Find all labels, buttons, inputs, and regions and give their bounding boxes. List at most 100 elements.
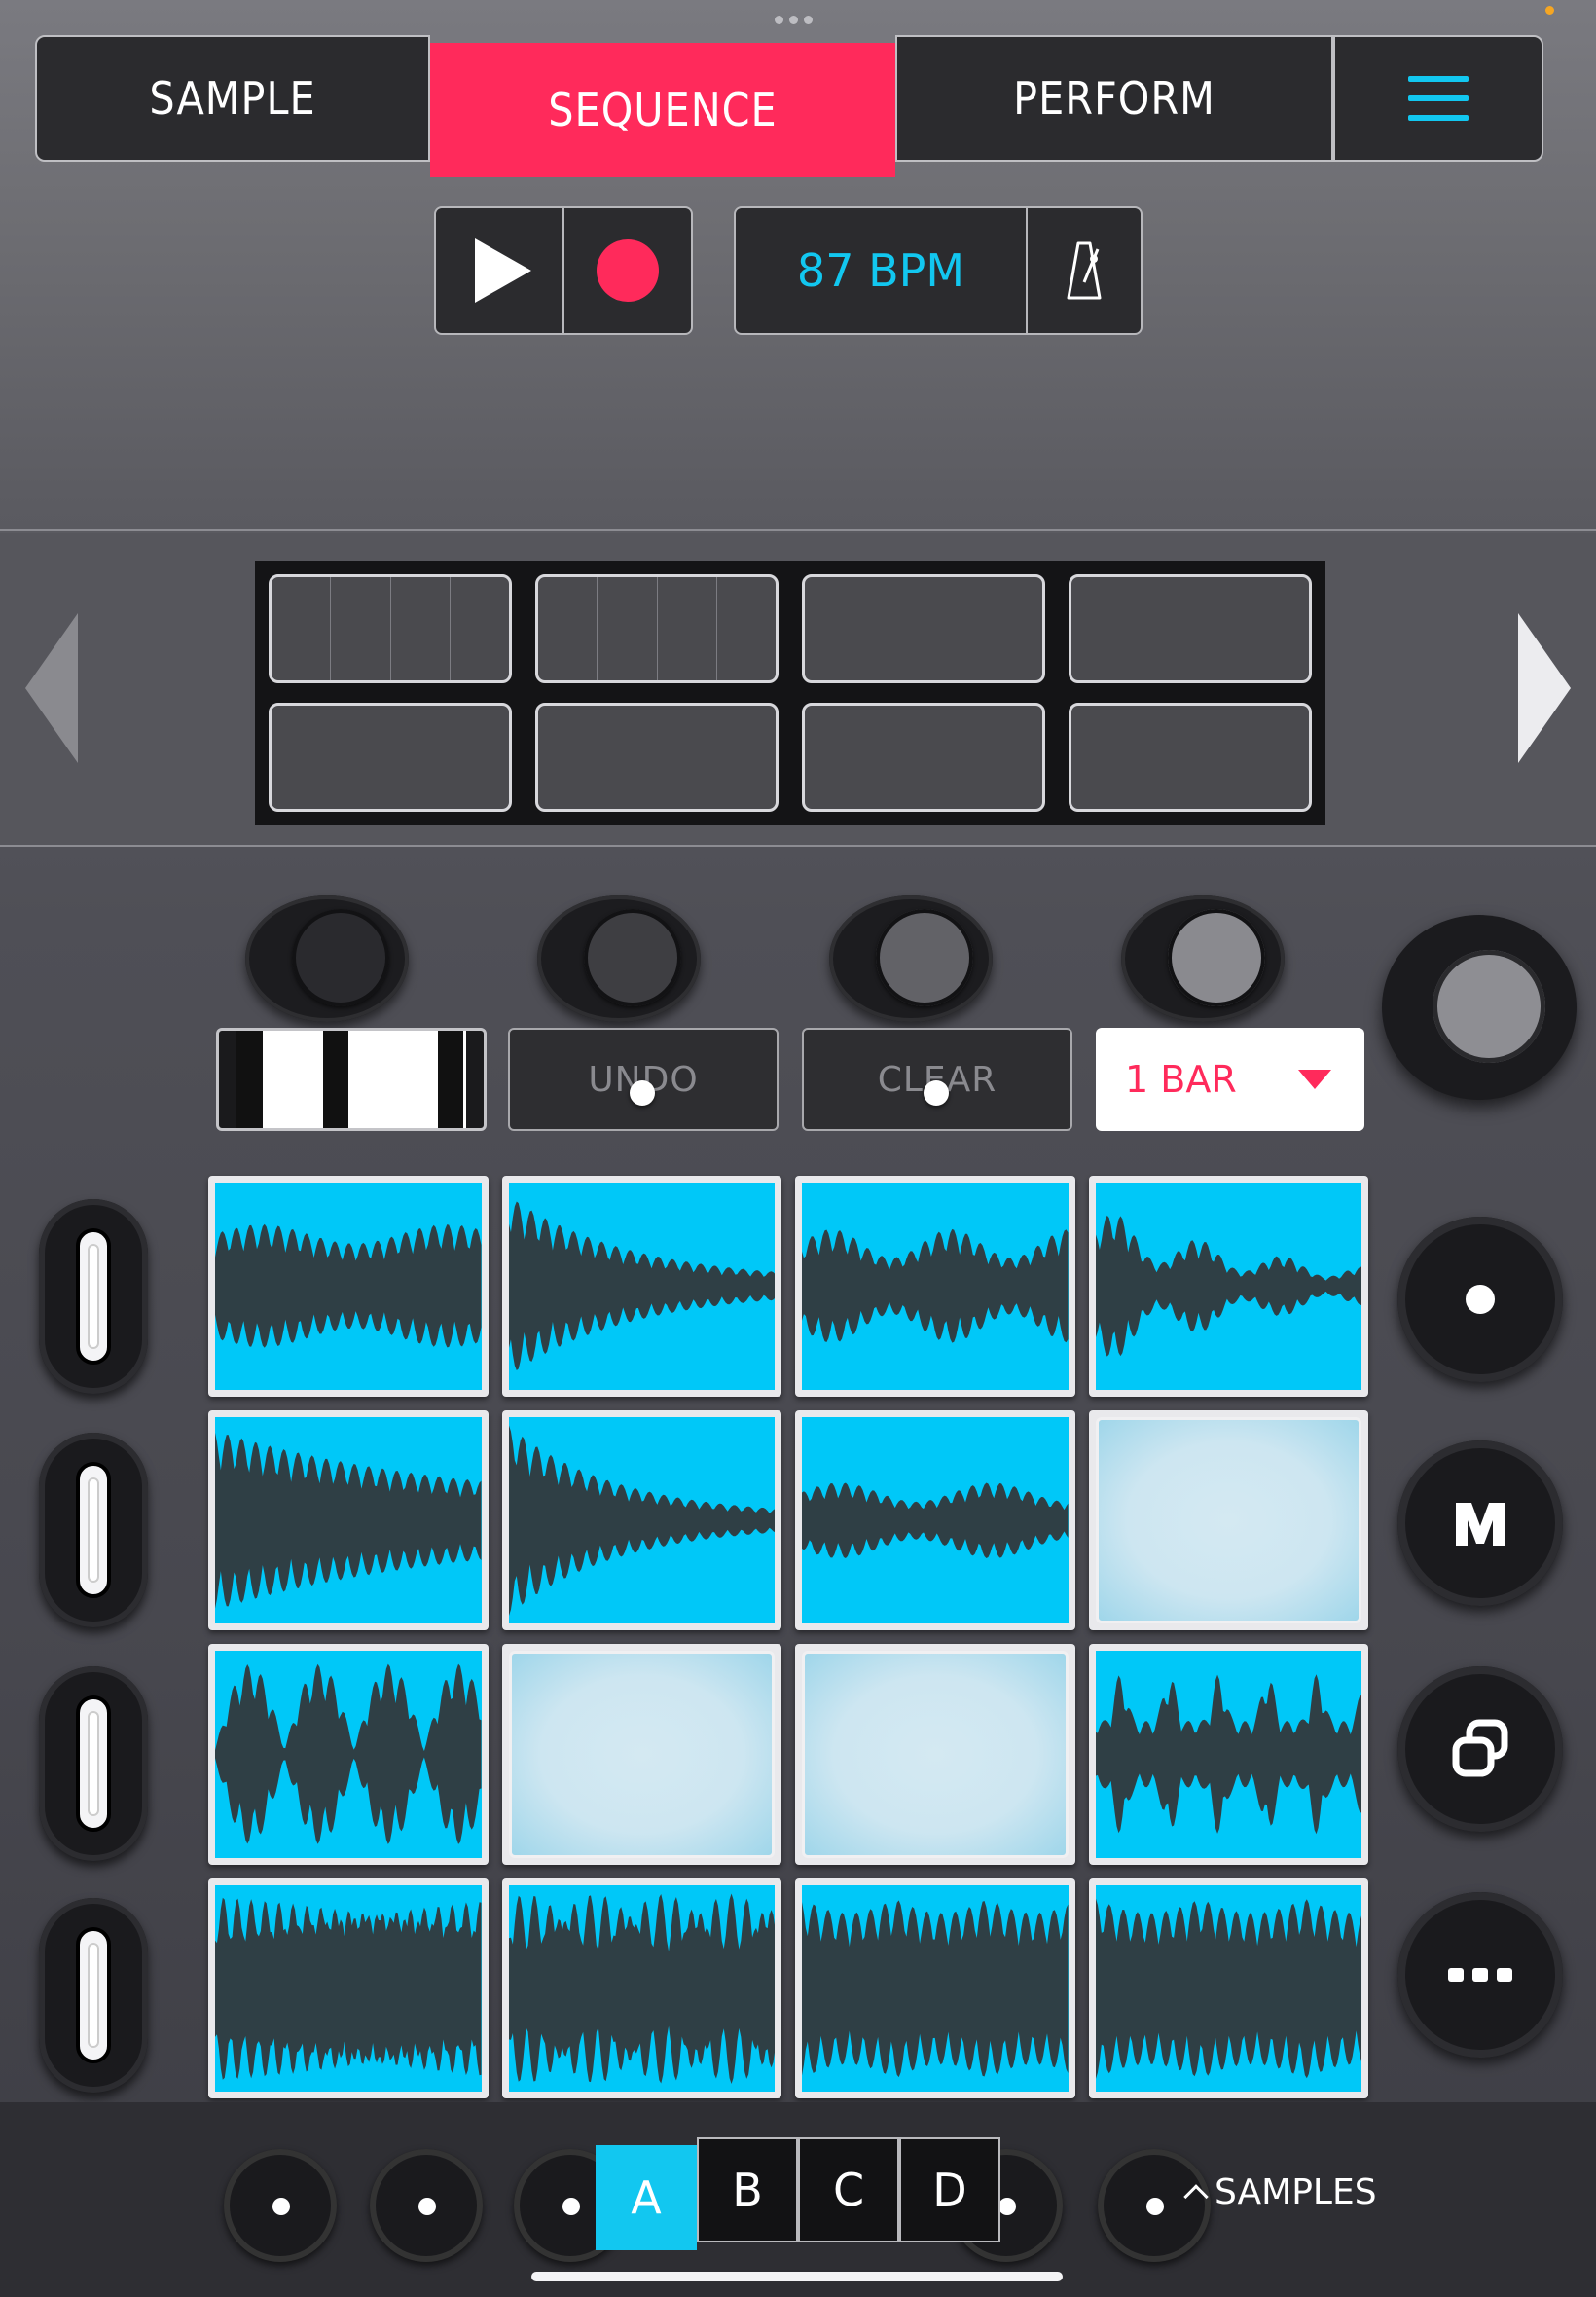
tab-perform[interactable]: PERFORM <box>895 35 1333 162</box>
copy-button[interactable] <box>1397 1666 1563 1832</box>
sample-pad-7[interactable] <box>795 1409 1075 1630</box>
bank-c-button[interactable]: C <box>798 2137 899 2242</box>
sample-pad-1[interactable] <box>208 1176 489 1397</box>
pattern-slot-3[interactable] <box>802 574 1045 683</box>
sample-pad-11[interactable] <box>795 1644 1075 1865</box>
waveform-display <box>508 1884 775 2092</box>
m-icon <box>1456 1503 1505 1546</box>
sample-pad-16[interactable] <box>1088 1878 1368 2098</box>
play-button[interactable] <box>436 208 562 333</box>
sample-pad-8[interactable] <box>1088 1409 1368 1630</box>
knob-1[interactable] <box>245 895 409 1022</box>
waveform-display <box>508 1416 775 1623</box>
window-grabber[interactable] <box>775 16 813 24</box>
bar-length-value: 1 BAR <box>1125 1058 1237 1101</box>
waveform-icon <box>215 1897 482 2080</box>
undo-indicator <box>630 1080 655 1106</box>
bar-length-select[interactable]: 1 BAR <box>1096 1028 1364 1131</box>
row-mute-button-2[interactable] <box>39 1433 148 1627</box>
samples-drawer-button[interactable]: SAMPLES <box>1183 2172 1377 2212</box>
pattern-slot-7[interactable] <box>802 703 1045 812</box>
knob-2[interactable] <box>537 895 701 1022</box>
section-divider <box>0 529 1596 531</box>
waveform-icon <box>1095 1215 1361 1357</box>
waveform-icon <box>802 1481 1069 1558</box>
sample-pad-9[interactable] <box>208 1644 489 1865</box>
tempo-control: 87 BPM <box>734 206 1143 335</box>
pattern-slot-5[interactable] <box>269 703 512 812</box>
dock-knob-2[interactable] <box>370 2149 483 2262</box>
pattern-slot-2[interactable] <box>535 574 779 683</box>
bpm-button[interactable]: 87 BPM <box>736 208 1026 333</box>
record-icon <box>597 239 659 302</box>
metronome-button[interactable] <box>1026 208 1141 333</box>
undo-button[interactable]: UNDO <box>508 1028 779 1131</box>
sample-pad-5[interactable] <box>208 1409 489 1630</box>
bank-b-button[interactable]: B <box>697 2137 798 2242</box>
sample-pad-13[interactable] <box>208 1878 489 2098</box>
pattern-slot-8[interactable] <box>1069 703 1312 812</box>
status-dot <box>1545 6 1554 15</box>
empty-pad-surface <box>1095 1416 1361 1623</box>
waveform-display <box>1095 1183 1361 1390</box>
waveform-display <box>508 1183 775 1390</box>
metronome-icon <box>1067 241 1102 300</box>
copy-icon <box>1452 1719 1508 1777</box>
waveform-icon <box>802 1899 1069 2077</box>
waveform-icon <box>1095 1674 1361 1835</box>
pattern-slot-6[interactable] <box>535 703 779 812</box>
record-button[interactable] <box>562 208 691 333</box>
waveform-display <box>215 1183 482 1390</box>
sample-pad-6[interactable] <box>501 1409 781 1630</box>
tab-sample[interactable]: SAMPLE <box>35 35 430 162</box>
pattern-slot-1[interactable] <box>269 574 512 683</box>
record-arm-button[interactable] <box>1397 1217 1563 1382</box>
samples-label: SAMPLES <box>1215 2172 1377 2212</box>
bank-d-button[interactable]: D <box>899 2137 1000 2242</box>
waveform-display <box>802 1884 1069 2092</box>
more-options-button[interactable] <box>1397 1892 1563 2058</box>
keyboard-button[interactable] <box>216 1028 487 1131</box>
sample-pad-12[interactable] <box>1088 1644 1368 1865</box>
menu-button[interactable] <box>1333 35 1543 162</box>
sample-pad-14[interactable] <box>501 1878 781 2098</box>
clear-indicator <box>924 1080 949 1106</box>
tab-sequence[interactable]: SEQUENCE <box>430 43 895 177</box>
caret-down-icon <box>1298 1070 1331 1089</box>
previous-arrow-icon[interactable] <box>23 611 80 765</box>
sample-pad-2[interactable] <box>501 1176 781 1397</box>
waveform-icon <box>508 1201 775 1371</box>
chevron-up-icon <box>1183 2183 1209 2209</box>
more-icon <box>1448 1968 1512 1982</box>
row-mute-button-4[interactable] <box>39 1898 148 2093</box>
row-mute-button-3[interactable] <box>39 1666 148 1861</box>
piano-keys-icon <box>236 1031 266 1128</box>
bank-selector: A B C D <box>596 2137 1000 2250</box>
waveform-icon <box>215 1432 482 1609</box>
row-mute-button-1[interactable] <box>39 1199 148 1394</box>
sample-pad-4[interactable] <box>1088 1176 1368 1397</box>
sample-pad-3[interactable] <box>795 1176 1075 1397</box>
clear-button[interactable]: CLEAR <box>802 1028 1072 1131</box>
knob-row <box>226 895 1374 1032</box>
transport-controls <box>434 206 693 335</box>
dot-icon <box>1466 1285 1495 1314</box>
waveform-icon <box>215 1223 482 1348</box>
home-indicator[interactable] <box>531 2272 1063 2281</box>
next-arrow-icon[interactable] <box>1516 611 1573 765</box>
bank-a-button[interactable]: A <box>596 2145 697 2250</box>
waveform-icon <box>802 1228 1069 1343</box>
knob-3[interactable] <box>829 895 993 1022</box>
pad-grid <box>208 1176 1368 2098</box>
master-knob[interactable] <box>1382 915 1577 1100</box>
waveform-display <box>215 1416 482 1623</box>
waveform-display <box>215 1884 482 2092</box>
mute-mode-button[interactable] <box>1397 1440 1563 1606</box>
dock-knob-1[interactable] <box>224 2149 337 2262</box>
sample-pad-15[interactable] <box>795 1878 1075 2098</box>
sample-pad-10[interactable] <box>501 1644 781 1865</box>
mode-tabbar: SAMPLE SEQUENCE PERFORM <box>35 35 1543 177</box>
waveform-icon <box>508 1893 775 2084</box>
pattern-slot-4[interactable] <box>1069 574 1312 683</box>
knob-4[interactable] <box>1121 895 1285 1022</box>
